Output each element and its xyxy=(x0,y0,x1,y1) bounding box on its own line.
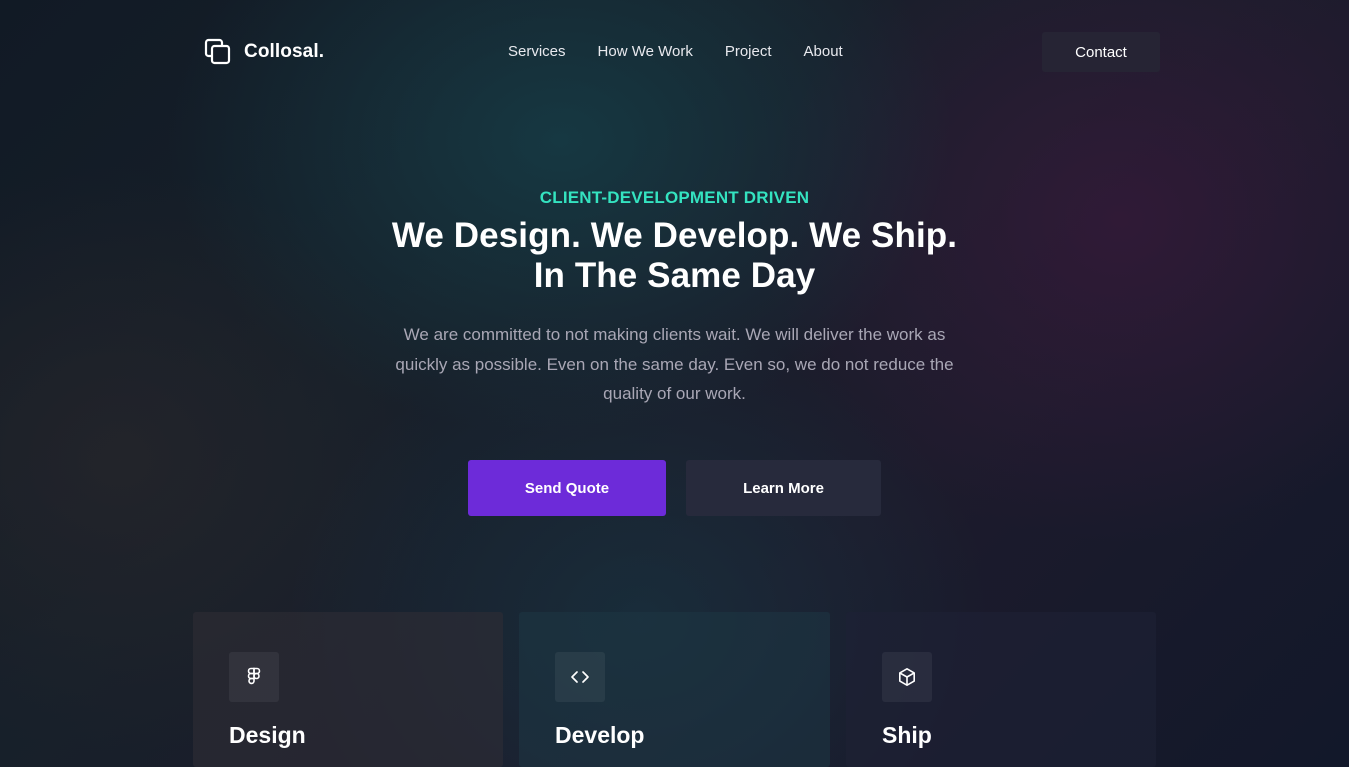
hero-headline: We Design. We Develop. We Ship. In The S… xyxy=(0,216,1349,296)
hero-description: We are committed to not making clients w… xyxy=(395,325,954,403)
nav-item-project[interactable]: Project xyxy=(725,42,772,62)
feature-card-develop[interactable]: Develop xyxy=(519,612,830,767)
feature-title: Develop xyxy=(555,722,645,748)
contact-button[interactable]: Contact xyxy=(1042,32,1160,72)
site-header: Collosal. Services How We Work Project A… xyxy=(0,0,1349,104)
nav-item-about[interactable]: About xyxy=(804,42,843,62)
feature-icon-box xyxy=(882,652,932,702)
brand-name: Collosal. xyxy=(244,41,325,62)
nav-item-services[interactable]: Services xyxy=(508,42,566,62)
feature-card-design[interactable]: Design xyxy=(193,612,503,767)
code-brackets-icon xyxy=(571,671,589,683)
feature-cards: Design Develop Ship xyxy=(193,612,1156,767)
feature-title: Ship xyxy=(882,722,932,748)
nav-item-how-we-work[interactable]: How We Work xyxy=(598,42,693,62)
feature-icon-box xyxy=(229,652,279,702)
main-nav: Services How We Work Project About xyxy=(508,42,843,62)
hero-section: CLIENT-DEVELOPMENT DRIVEN We Design. We … xyxy=(0,186,1349,409)
brand-logo[interactable]: Collosal. xyxy=(204,38,324,66)
hero-eyebrow: CLIENT-DEVELOPMENT DRIVEN xyxy=(539,188,810,207)
hero-cta-group: Send Quote Learn More xyxy=(0,460,1349,516)
hero-headline-line-1: We Design. We Develop. We Ship. xyxy=(391,216,958,255)
cube-icon xyxy=(899,668,915,686)
feature-card-ship[interactable]: Ship xyxy=(846,612,1156,767)
hero-headline-line-2: In The Same Day xyxy=(533,256,816,295)
figma-icon xyxy=(247,667,261,685)
feature-title: Design xyxy=(229,722,306,748)
learn-more-button[interactable]: Learn More xyxy=(686,460,881,516)
send-quote-button[interactable]: Send Quote xyxy=(468,460,666,516)
feature-icon-box xyxy=(555,652,605,702)
copy-squares-icon xyxy=(204,38,231,65)
